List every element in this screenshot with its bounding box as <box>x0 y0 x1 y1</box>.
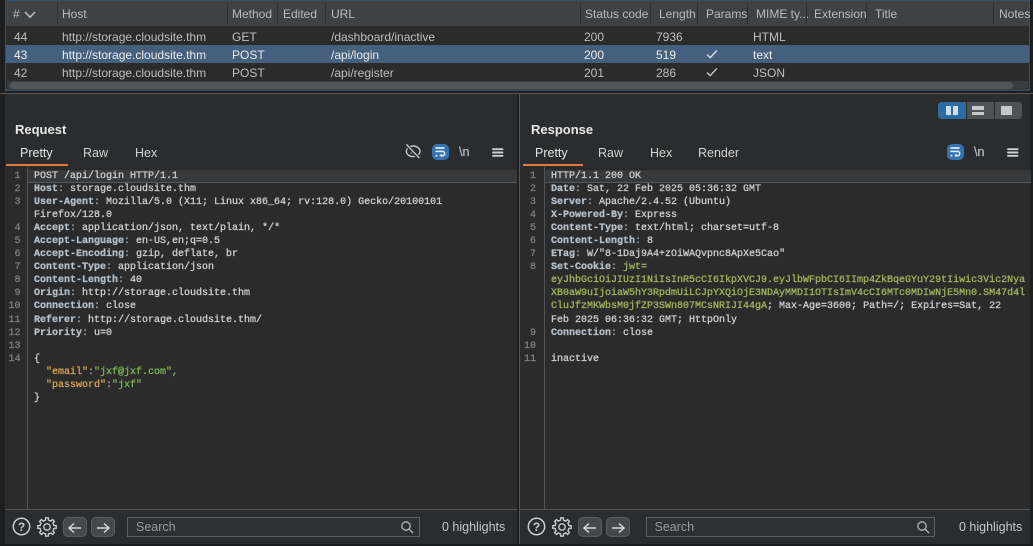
svg-text:?: ? <box>17 520 24 534</box>
svg-text:?: ? <box>532 520 539 534</box>
